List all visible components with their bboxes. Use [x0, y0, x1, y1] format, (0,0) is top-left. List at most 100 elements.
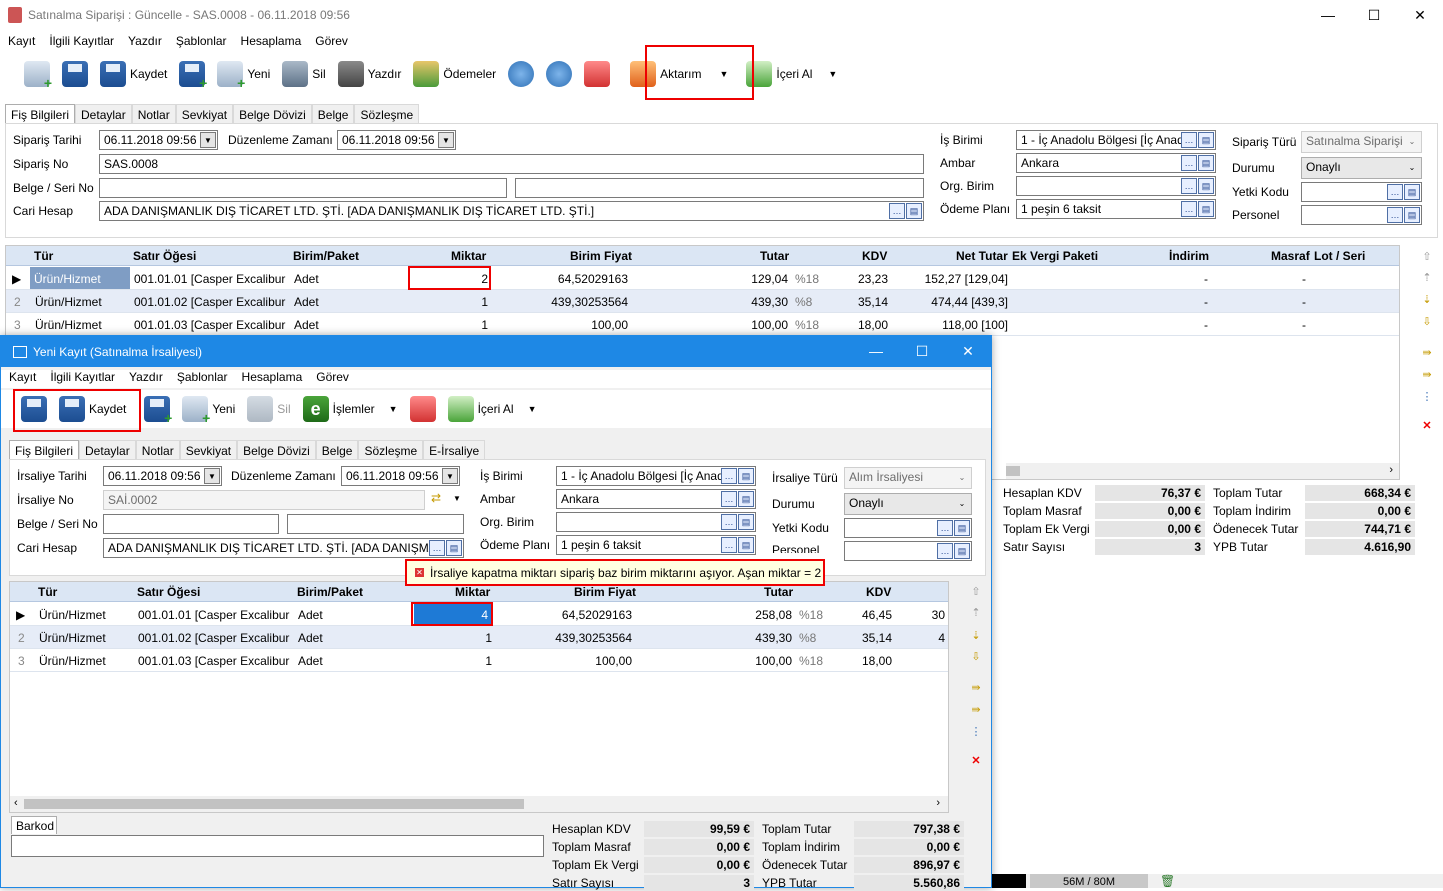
save-button[interactable]: Kaydet [94, 57, 173, 91]
tab-belge-dovizi[interactable]: Belge Dövizi [233, 104, 312, 125]
list-icon[interactable]: ▤ [906, 203, 922, 219]
save-new-button[interactable] [138, 392, 176, 426]
col-miktar[interactable]: Miktar [451, 249, 486, 263]
barkod-tab[interactable]: Barkod [11, 816, 57, 834]
insert-below-icon[interactable]: ⇛ [1420, 367, 1434, 381]
tab-sozlesme[interactable]: Sözleşme [358, 440, 424, 461]
ellipsis-icon[interactable]: … [1181, 201, 1197, 217]
irsaliye-tarihi-field[interactable]: 06.11.2018 09:56 ▼ [103, 466, 222, 486]
maximize-button[interactable]: ☐ [1351, 0, 1397, 30]
move-bottom-icon[interactable]: ⇩ [969, 649, 983, 663]
tab-belge[interactable]: Belge [311, 104, 355, 125]
ellipsis-icon[interactable]: … [721, 491, 737, 507]
ambar-field[interactable]: Ankara… ▤ [556, 489, 756, 509]
siparis-tarihi-field[interactable]: 06.11.2018 09:56 ▼ [99, 130, 218, 150]
tab-fis-bilgileri[interactable]: Fiş Bilgileri [5, 104, 76, 125]
hierarchy-icon[interactable]: ⋮ [1420, 389, 1434, 403]
tab-sevkiyat[interactable]: Sevkiyat [175, 104, 234, 125]
insert-line-icon[interactable]: ⇛ [969, 680, 983, 694]
minimize-button[interactable]: — [853, 336, 899, 366]
save-refresh-button[interactable] [56, 57, 94, 91]
scrollbar-thumb[interactable] [24, 799, 524, 809]
chevron-right-icon[interactable]: › [936, 797, 940, 809]
duzenleme-field[interactable]: 06.11.2018 09:56 ▼ [337, 130, 456, 150]
menu-yazdir[interactable]: Yazdır [128, 34, 162, 48]
table-row[interactable]: 2 Ürün/Hizmet 001.01.02 [Casper Excalibu… [6, 290, 1399, 313]
durumu-select[interactable]: Onaylı ⌄ [844, 493, 972, 515]
col-lot-seri[interactable]: Lot / Seri [1314, 249, 1365, 263]
personel-field[interactable]: … ▤ [844, 541, 972, 561]
ellipsis-icon[interactable]: … [1181, 178, 1197, 194]
irsaliye-no-field[interactable]: SAİ.0002 [103, 490, 425, 510]
col-miktar[interactable]: Miktar [455, 585, 490, 599]
col-ek-vergi[interactable]: Ek Vergi Paketi [1012, 249, 1098, 263]
minimize-button[interactable]: — [1305, 0, 1351, 30]
move-down-icon[interactable]: ⇣ [1420, 292, 1434, 306]
menu-sablonlar[interactable]: Şablonlar [176, 34, 227, 48]
durumu-select[interactable]: Onaylı ⌄ [1301, 157, 1422, 179]
list-icon[interactable]: ▤ [1404, 184, 1420, 200]
ellipsis-icon[interactable]: … [937, 520, 953, 536]
tab-belge[interactable]: Belge [315, 440, 359, 461]
approve-button[interactable] [578, 57, 616, 91]
move-top-icon[interactable]: ⇧ [969, 584, 983, 598]
cari-hesap-field[interactable]: ADA DANIŞMANLIK DIŞ TİCARET LTD. ŞTİ. [A… [103, 538, 464, 558]
list-icon[interactable]: ▤ [446, 540, 462, 556]
cell-miktar[interactable]: 1 [416, 318, 488, 332]
hierarchy-icon[interactable]: ⋮ [969, 724, 983, 738]
table-row[interactable]: 3 Ürün/Hizmet 001.01.03 [Casper Excalibu… [6, 313, 1399, 336]
belge-no-field[interactable] [103, 514, 279, 534]
odeme-plani-field[interactable]: 1 peşin 6 taksit… ▤ [556, 535, 756, 555]
yetki-kodu-field[interactable]: … ▤ [1301, 182, 1422, 202]
seri-no-field[interactable] [515, 178, 924, 198]
belge-no-field[interactable] [99, 178, 507, 198]
chevron-down-icon[interactable]: ▼ [389, 404, 398, 414]
yetki-kodu-field[interactable]: … ▤ [844, 518, 972, 538]
move-top-icon[interactable]: ⇧ [1420, 249, 1434, 263]
tab-sozlesme[interactable]: Sözleşme [354, 104, 420, 125]
delete-line-icon[interactable]: ✕ [1420, 418, 1434, 432]
chevron-down-icon[interactable]: ▼ [442, 468, 458, 484]
col-net-tutar[interactable]: Net Tutar [956, 249, 1008, 263]
col-kdv[interactable]: KDV [862, 249, 887, 263]
new-record-button[interactable] [18, 57, 56, 91]
cell-miktar[interactable]: 1 [420, 631, 492, 645]
horizontal-scrollbar[interactable]: › [1006, 463, 1399, 479]
import-button[interactable]: İçeri Al ▼ [740, 57, 843, 91]
col-tur[interactable]: Tür [34, 249, 53, 263]
ellipsis-icon[interactable]: … [721, 537, 737, 553]
table-row[interactable]: 2 Ürün/Hizmet 001.01.02 [Casper Excalibu… [10, 626, 948, 649]
cari-hesap-field[interactable]: ADA DANIŞMANLIK DIŞ TİCARET LTD. ŞTİ. [A… [99, 201, 924, 221]
col-tur[interactable]: Tür [38, 585, 57, 599]
org-birim-field[interactable]: … ▤ [1016, 176, 1216, 196]
menu-hesaplama[interactable]: Hesaplama [242, 370, 303, 388]
delete-button[interactable]: Sil [276, 57, 331, 91]
insert-line-icon[interactable]: ⇛ [1420, 345, 1434, 359]
tab-notlar[interactable]: Notlar [131, 104, 176, 125]
ambar-field[interactable]: Ankara… ▤ [1016, 153, 1216, 173]
ellipsis-icon[interactable]: … [429, 540, 445, 556]
maximize-button[interactable]: ☐ [899, 336, 945, 366]
is-birimi-field[interactable]: 1 - İç Anadolu Bölgesi [İç Anad… ▤ [1016, 130, 1216, 150]
barkod-input[interactable] [11, 835, 544, 857]
col-birim-fiyat[interactable]: Birim Fiyat [574, 585, 636, 599]
menu-kayit[interactable]: Kayıt [8, 34, 35, 48]
menu-ilgili-kayitlar[interactable]: İlgili Kayıtlar [49, 34, 114, 48]
table-row[interactable]: ▶ Ürün/Hizmet 001.01.01 [Casper Excalibu… [6, 267, 1399, 290]
auto-number-icon[interactable]: ⇄ [431, 491, 441, 505]
menu-hesaplama[interactable]: Hesaplama [241, 34, 302, 48]
ellipsis-icon[interactable]: … [1181, 132, 1197, 148]
chevron-left-icon[interactable]: ‹ [14, 797, 18, 809]
move-up-icon[interactable]: ⇡ [969, 605, 983, 619]
chevron-down-icon[interactable]: ▼ [200, 132, 216, 148]
horizontal-scrollbar[interactable]: ‹ › [10, 796, 948, 812]
delete-line-icon[interactable]: ✕ [969, 753, 983, 767]
list-icon[interactable]: ▤ [738, 537, 754, 553]
col-satir-ogesi[interactable]: Satır Öğesi [137, 585, 200, 599]
save-new-button[interactable] [173, 57, 211, 91]
col-tutar[interactable]: Tutar [760, 249, 789, 263]
irsaliye-turu-select[interactable]: Alım İrsaliyesi ⌄ [844, 467, 972, 489]
chevron-right-icon[interactable]: › [1389, 464, 1393, 476]
chevron-down-icon[interactable]: ▼ [453, 494, 461, 503]
tab-fis-bilgileri[interactable]: Fiş Bilgileri [9, 440, 80, 461]
